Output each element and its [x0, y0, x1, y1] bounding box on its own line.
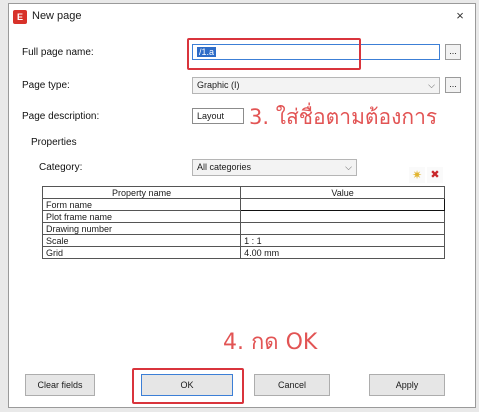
table-row[interactable]: Form name — [41, 198, 445, 211]
table-row[interactable]: Plot frame name — [41, 210, 445, 223]
close-button[interactable]: × — [451, 7, 469, 25]
step3-annotation: 3. ใส่ชื่อตามต้องการ — [249, 105, 438, 129]
dialog-title: New page — [32, 10, 82, 22]
full-page-name-label: Full page name: — [22, 47, 94, 58]
step4-highlight-box — [132, 368, 244, 404]
table-row[interactable]: Drawing number — [41, 222, 445, 235]
page-type-select[interactable]: Graphic (I) ⌵ — [192, 77, 440, 94]
properties-table: Property name Value Form name Plot frame… — [41, 186, 445, 259]
property-name-cell: Scale — [41, 234, 242, 247]
properties-label: Properties — [31, 137, 77, 148]
category-value: All categories — [197, 162, 252, 172]
page-type-label: Page type: — [22, 80, 70, 91]
step4-annotation: 4. กด OK — [223, 330, 318, 355]
chevron-down-icon: ⌵ — [345, 162, 352, 172]
table-row[interactable]: Grid 4.00 mm — [41, 246, 445, 259]
property-name-cell: Plot frame name — [41, 210, 242, 223]
property-name-cell: Form name — [41, 198, 242, 211]
delete-property-icon[interactable]: ✖ — [427, 167, 443, 183]
step3-highlight-box — [187, 38, 361, 70]
page-type-value: Graphic (I) — [197, 80, 240, 90]
page-type-browse-button[interactable]: ... — [445, 77, 461, 93]
property-value-cell[interactable] — [240, 210, 445, 223]
cancel-button[interactable]: Cancel — [254, 374, 330, 396]
column-header-property-name: Property name — [41, 186, 242, 199]
property-value-cell[interactable]: 1 : 1 — [240, 234, 445, 247]
table-row[interactable]: Scale 1 : 1 — [41, 234, 445, 247]
title-bar: E New page × — [9, 4, 475, 30]
page-description-input[interactable]: Layout — [192, 108, 244, 124]
full-page-name-browse-button[interactable]: ... — [445, 44, 461, 60]
property-name-cell: Drawing number — [41, 222, 242, 235]
page-description-label: Page description: — [22, 111, 100, 122]
eplan-app-icon: E — [13, 10, 27, 24]
property-name-cell: Grid — [41, 246, 242, 259]
chevron-down-icon: ⌵ — [428, 80, 435, 90]
property-value-cell[interactable]: 4.00 mm — [240, 246, 445, 259]
category-select[interactable]: All categories ⌵ — [192, 159, 357, 176]
page-description-value: Layout — [197, 111, 225, 121]
new-page-dialog: E New page × Full page name: /1.a ... Pa… — [8, 3, 476, 408]
property-value-cell[interactable] — [240, 222, 445, 235]
category-label: Category: — [39, 162, 83, 173]
property-value-cell[interactable] — [240, 198, 445, 211]
new-property-icon[interactable]: ✷ — [409, 167, 425, 183]
column-header-value: Value — [240, 186, 445, 199]
apply-button[interactable]: Apply — [369, 374, 445, 396]
table-header-row: Property name Value — [41, 186, 445, 199]
clear-fields-button[interactable]: Clear fields — [25, 374, 95, 396]
